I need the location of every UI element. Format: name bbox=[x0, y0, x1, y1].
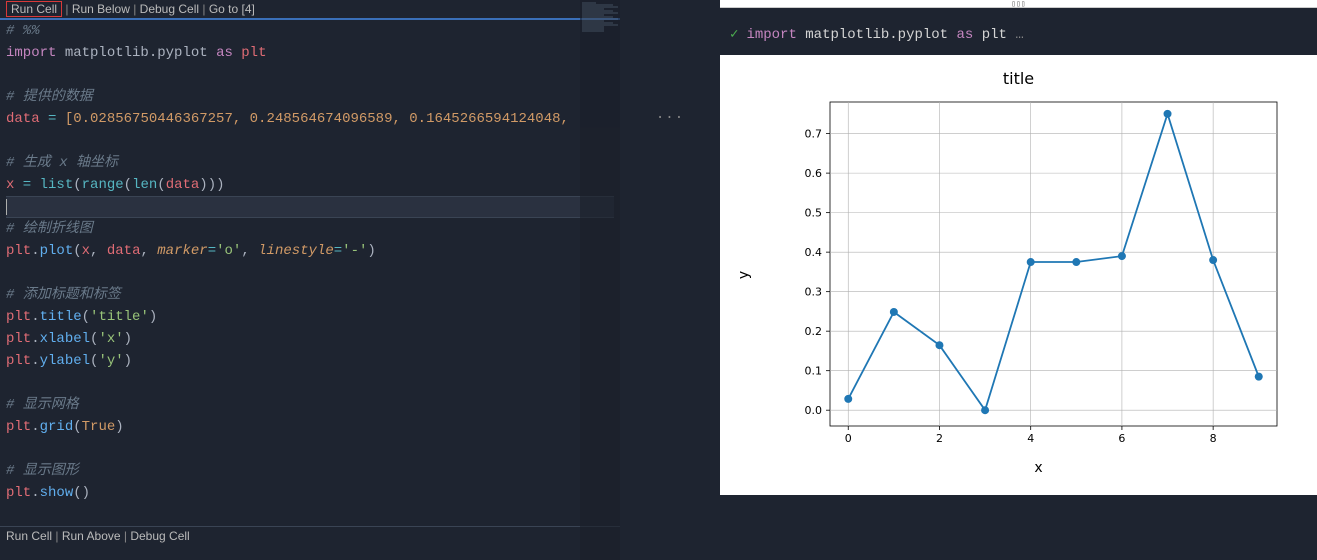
svg-text:0: 0 bbox=[845, 432, 852, 445]
interactive-output-pane: ▯▯▯ ✓ import matplotlib.pyplot as plt … … bbox=[720, 0, 1317, 560]
run-above-link[interactable]: Run Above bbox=[62, 529, 121, 543]
debug-cell-link-2[interactable]: Debug Cell bbox=[130, 529, 189, 543]
comment-show: # 显示图形 bbox=[6, 463, 79, 479]
current-line[interactable] bbox=[6, 196, 614, 218]
output-cell-header: ✓ import matplotlib.pyplot as plt … bbox=[720, 8, 1317, 55]
output-toolbar: ▯▯▯ bbox=[720, 0, 1317, 8]
minimap[interactable] bbox=[580, 0, 620, 560]
svg-text:0.0: 0.0 bbox=[805, 404, 823, 417]
chart-title: title bbox=[730, 65, 1307, 96]
cell-code-lens-bottom: Run Cell | Run Above | Debug Cell bbox=[0, 527, 620, 545]
svg-text:0.3: 0.3 bbox=[805, 286, 823, 299]
code-editor-pane: Run Cell | Run Below | Debug Cell | Go t… bbox=[0, 0, 620, 560]
ellipsis-icon[interactable]: ··· bbox=[656, 110, 684, 560]
svg-text:0.5: 0.5 bbox=[805, 207, 823, 220]
svg-text:8: 8 bbox=[1210, 432, 1217, 445]
chart-xlabel: x bbox=[770, 456, 1307, 476]
run-cell-link-2[interactable]: Run Cell bbox=[6, 529, 52, 543]
comment-title: # 添加标题和标签 bbox=[6, 287, 121, 303]
svg-text:0.2: 0.2 bbox=[805, 325, 823, 338]
chart-ylabel: y bbox=[736, 271, 752, 279]
kw-import: import bbox=[6, 45, 56, 61]
svg-text:6: 6 bbox=[1118, 432, 1125, 445]
check-icon: ✓ bbox=[730, 26, 738, 43]
cell-code-lens-top: Run Cell | Run Below | Debug Cell | Go t… bbox=[0, 0, 620, 18]
comment-x: # 生成 x 轴坐标 bbox=[6, 155, 118, 171]
svg-text:0.6: 0.6 bbox=[805, 167, 823, 180]
comment-data: # 提供的数据 bbox=[6, 89, 93, 105]
run-cell-link[interactable]: Run Cell bbox=[6, 1, 62, 17]
code-area[interactable]: # %% import matplotlib.pyplot as plt # 提… bbox=[0, 20, 620, 526]
comment-grid: # 显示网格 bbox=[6, 397, 79, 413]
svg-text:0.4: 0.4 bbox=[805, 246, 823, 259]
svg-text:2: 2 bbox=[936, 432, 943, 445]
svg-text:0.7: 0.7 bbox=[805, 128, 823, 141]
cell-marker: # %% bbox=[6, 23, 40, 39]
pane-gutter: ··· bbox=[620, 0, 720, 560]
chart-svg: 0.0 0.1 0.2 0.3 0.4 0.5 0.6 0.7 0 2 4 6 8 bbox=[790, 96, 1287, 456]
text-cursor bbox=[6, 199, 7, 215]
run-below-link[interactable]: Run Below bbox=[72, 2, 130, 16]
svg-text:4: 4 bbox=[1027, 432, 1034, 445]
executed-code-preview: import matplotlib.pyplot as plt … bbox=[746, 27, 1023, 43]
goto-link[interactable]: Go to [4] bbox=[209, 2, 255, 16]
comment-plot: # 绘制折线图 bbox=[6, 221, 93, 237]
svg-text:0.1: 0.1 bbox=[805, 365, 823, 378]
debug-cell-link[interactable]: Debug Cell bbox=[140, 2, 199, 16]
chart-output: title y 0.0 0.1 0.2 0.3 0.4 0.5 0.6 0.7 0 2 4 6 8 x bbox=[720, 55, 1317, 495]
